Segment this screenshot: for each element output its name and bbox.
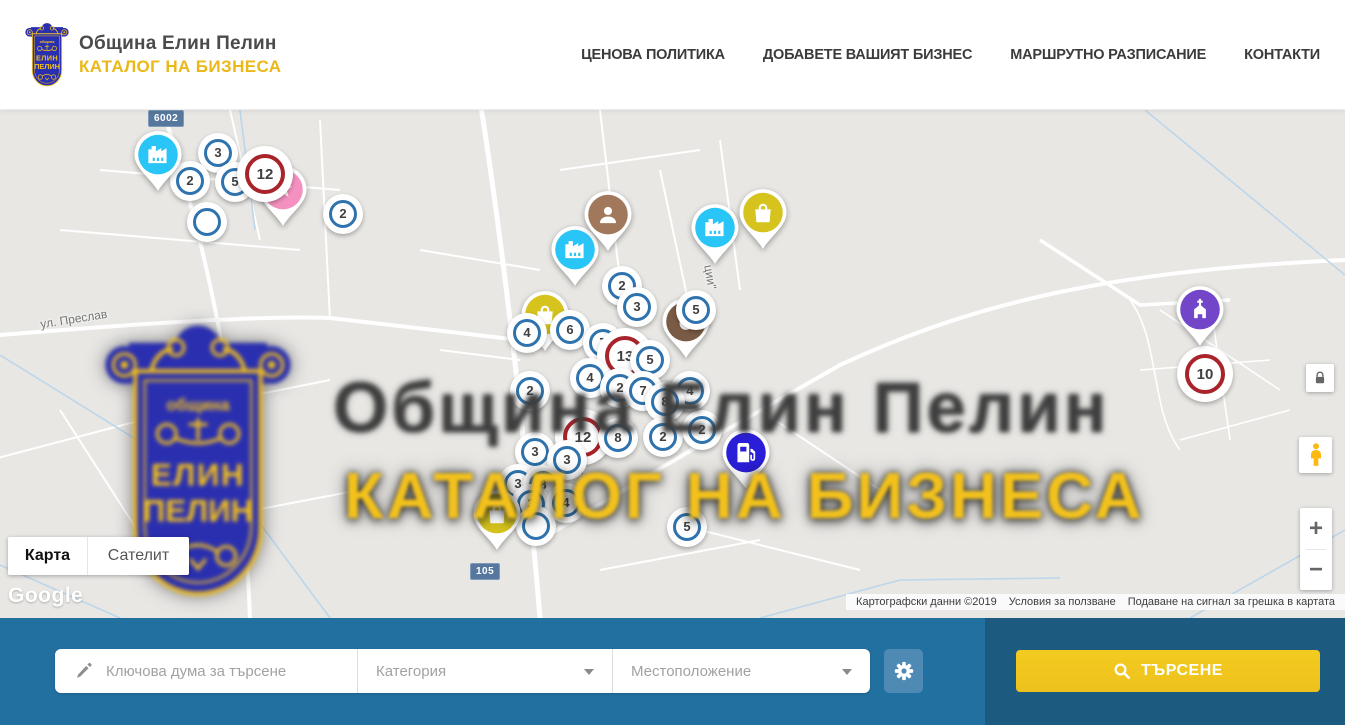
pegman-icon xyxy=(1306,442,1326,468)
search-button-label: ТЪРСЕНЕ xyxy=(1141,662,1223,680)
cluster-count xyxy=(522,512,551,541)
report-error-link[interactable]: Подаване на сигнал за грешка в картата xyxy=(1122,596,1341,608)
church-map-pin[interactable] xyxy=(1175,285,1225,352)
nav-item-add-business[interactable]: ДОБАВЕТЕ ВАШИЯТ БИЗНЕС xyxy=(763,47,972,63)
shopping-bag-map-pin[interactable] xyxy=(472,489,522,556)
site-header: Община Елин Пелин КАТАЛОГ НА БИЗНЕСА ЦЕН… xyxy=(0,0,1345,110)
search-bar: Категория Местоположение ТЪРСЕНЕ xyxy=(0,618,1345,725)
pencil-icon xyxy=(75,662,94,681)
road-number-badge: 105 xyxy=(470,563,500,580)
cluster-count: 4 xyxy=(552,489,581,518)
search-button[interactable]: ТЪРСЕНЕ xyxy=(1016,650,1320,692)
cluster-count: 5 xyxy=(682,296,711,325)
nav-item-bus-schedule[interactable]: МАРШРУТНО РАЗПИСАНИЕ xyxy=(1010,47,1206,63)
factory-map-pin[interactable] xyxy=(133,130,183,197)
cluster-count: 8 xyxy=(604,424,633,453)
cluster-marker[interactable]: 8 xyxy=(645,382,685,422)
search-input-group: Категория Местоположение xyxy=(55,649,870,693)
fuel-map-pin[interactable] xyxy=(721,428,771,495)
cluster-count: 8 xyxy=(651,388,680,417)
cluster-marker[interactable]: 2 xyxy=(643,417,683,457)
lock-icon xyxy=(1313,371,1327,385)
cluster-count: 2 xyxy=(649,423,678,452)
cluster-count: 6 xyxy=(556,316,585,345)
cluster-count: 5 xyxy=(636,346,665,375)
road-number-badge: 6002 xyxy=(148,110,184,127)
cluster-marker[interactable]: 4 xyxy=(507,313,547,353)
cluster-marker[interactable]: 10 xyxy=(1177,346,1233,402)
cluster-marker[interactable]: 8 xyxy=(598,418,638,458)
cluster-marker[interactable]: 5 xyxy=(667,507,707,547)
cluster-count: 5 xyxy=(673,513,702,542)
cluster-marker[interactable]: 2 xyxy=(323,194,363,234)
street-view-pegman[interactable] xyxy=(1299,437,1332,473)
map-type-satellite-button[interactable]: Сателит xyxy=(88,537,189,575)
main-nav: ЦЕНОВА ПОЛИТИКА ДОБАВЕТЕ ВАШИЯТ БИЗНЕС М… xyxy=(581,47,1320,63)
lock-control[interactable] xyxy=(1306,364,1334,392)
cluster-marker[interactable] xyxy=(187,202,227,242)
map-type-control: Карта Сателит xyxy=(8,537,189,575)
category-select-value: Категория xyxy=(376,663,446,680)
cluster-marker[interactable]: 2 xyxy=(510,371,550,411)
terms-link[interactable]: Условия за ползване xyxy=(1003,596,1122,608)
nav-item-pricing[interactable]: ЦЕНОВА ПОЛИТИКА xyxy=(581,47,725,63)
zoom-out-button[interactable]: − xyxy=(1300,550,1332,590)
site-logo[interactable]: Община Елин Пелин КАТАЛОГ НА БИЗНЕСА xyxy=(25,22,281,88)
cluster-count xyxy=(193,208,222,237)
cluster-count: 2 xyxy=(688,416,717,445)
cluster-marker[interactable]: 5 xyxy=(676,290,716,330)
cluster-marker[interactable]: 2 xyxy=(682,410,722,450)
location-select[interactable]: Местоположение xyxy=(613,649,870,693)
site-title: Община Елин Пелин xyxy=(79,33,281,55)
worker-map-pin[interactable] xyxy=(583,190,633,257)
map-canvas[interactable]: 6002105ул. Преславбул. „Новоселции" 3251… xyxy=(0,110,1345,618)
cluster-count: 2 xyxy=(516,377,545,406)
cluster-count: 3 xyxy=(521,438,550,467)
chevron-down-icon xyxy=(584,669,594,675)
municipality-crest-icon xyxy=(25,22,69,88)
cluster-marker[interactable] xyxy=(516,506,556,546)
google-logo[interactable]: Google xyxy=(8,584,83,608)
advanced-settings-button[interactable] xyxy=(884,649,923,693)
location-select-value: Местоположение xyxy=(631,663,751,680)
cluster-count: 4 xyxy=(513,319,542,348)
cluster-count: 10 xyxy=(1185,354,1225,394)
map-attribution: Картографски данни ©2019 Условия за полз… xyxy=(846,594,1345,610)
cluster-count: 3 xyxy=(623,293,652,322)
shopping-bag-map-pin[interactable] xyxy=(738,188,788,255)
cluster-count: 2 xyxy=(329,200,358,229)
chevron-down-icon xyxy=(842,669,852,675)
gear-icon xyxy=(893,660,915,682)
map-marker-layer: 32512223546713542274812822333834510 xyxy=(0,110,1345,618)
category-select[interactable]: Категория xyxy=(358,649,613,693)
search-icon xyxy=(1113,662,1131,680)
nav-item-contacts[interactable]: КОНТАКТИ xyxy=(1244,47,1320,63)
map-type-map-button[interactable]: Карта xyxy=(8,537,88,575)
site-subtitle: КАТАЛОГ НА БИЗНЕСА xyxy=(79,57,281,77)
keyword-section xyxy=(55,649,358,693)
map-copyright: Картографски данни ©2019 xyxy=(850,596,1003,608)
cluster-count: 12 xyxy=(245,154,285,194)
keyword-search-input[interactable] xyxy=(106,663,349,680)
cluster-marker[interactable]: 3 xyxy=(617,287,657,327)
zoom-control: + − xyxy=(1300,508,1332,590)
cluster-marker[interactable]: 12 xyxy=(237,146,293,202)
factory-map-pin[interactable] xyxy=(690,203,740,270)
zoom-in-button[interactable]: + xyxy=(1300,509,1332,549)
